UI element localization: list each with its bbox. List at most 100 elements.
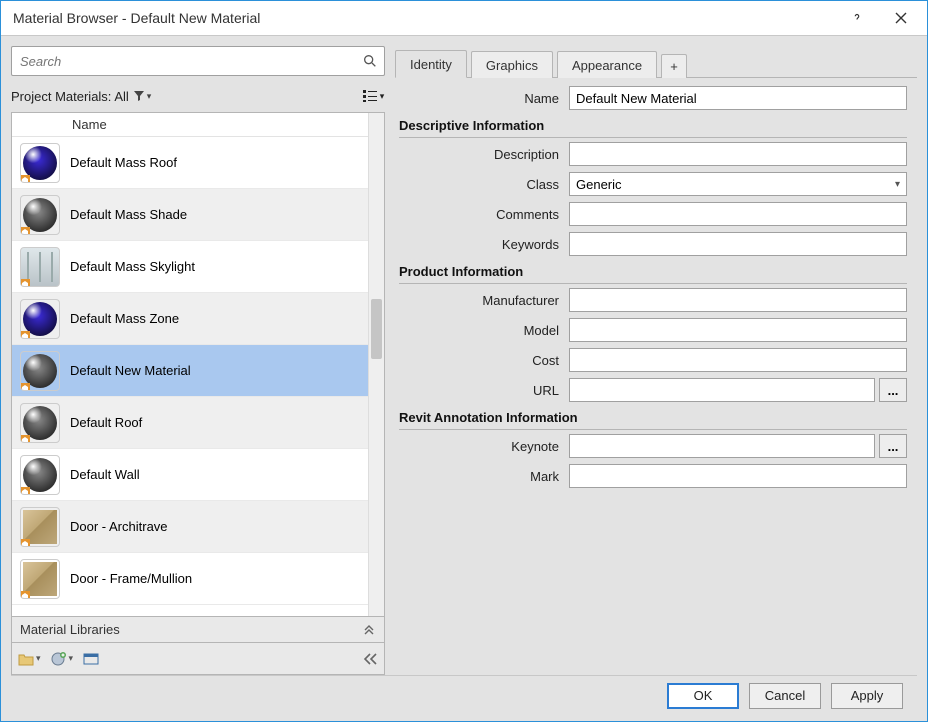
material-list: Name Default Mass Roof Default Mass Shade… — [11, 112, 385, 617]
bottom-toolbar: ▾ ▾ — [11, 643, 385, 675]
material-row[interactable]: Default New Material — [12, 345, 368, 397]
tab-identity[interactable]: Identity — [395, 50, 467, 78]
create-material-button[interactable]: ▾ — [51, 651, 74, 667]
asset-badge-icon — [20, 589, 30, 599]
description-label: Description — [399, 147, 569, 162]
class-select[interactable]: Generic — [569, 172, 907, 196]
comments-input[interactable] — [569, 202, 907, 226]
dialog-footer: OK Cancel Apply — [11, 675, 917, 715]
list-view-icon — [362, 89, 378, 103]
name-label: Name — [399, 91, 569, 106]
url-input[interactable] — [569, 378, 875, 402]
cost-input[interactable] — [569, 348, 907, 372]
expand-libraries-icon — [362, 621, 376, 638]
help-button[interactable] — [835, 3, 879, 33]
material-thumbnail — [20, 247, 60, 287]
filter-icon — [133, 90, 145, 102]
scrollbar[interactable] — [368, 113, 384, 616]
keywords-label: Keywords — [399, 237, 569, 252]
asset-badge-icon — [20, 329, 30, 339]
material-thumbnail — [20, 195, 60, 235]
material-row[interactable]: Default Roof — [12, 397, 368, 449]
material-name: Door - Frame/Mullion — [70, 571, 192, 586]
material-name: Default Mass Shade — [70, 207, 187, 222]
keynote-input[interactable] — [569, 434, 875, 458]
name-input[interactable]: Default New Material — [569, 86, 907, 110]
material-row[interactable]: Default Mass Skylight — [12, 241, 368, 293]
material-row[interactable]: Default Mass Roof — [12, 137, 368, 189]
tab-graphics[interactable]: Graphics — [471, 51, 553, 78]
model-input[interactable] — [569, 318, 907, 342]
material-row[interactable]: Default Wall — [12, 449, 368, 501]
keywords-input[interactable] — [569, 232, 907, 256]
asset-badge-icon — [20, 485, 30, 495]
asset-badge-icon — [20, 225, 30, 235]
material-thumbnail — [20, 403, 60, 443]
libraries-label: Material Libraries — [20, 622, 362, 637]
view-type-button[interactable] — [83, 653, 99, 665]
list-column-header[interactable]: Name — [12, 113, 368, 137]
material-name: Default Mass Skylight — [70, 259, 195, 274]
material-name: Door - Architrave — [70, 519, 168, 534]
close-button[interactable] — [879, 3, 923, 33]
material-row[interactable]: Default Mass Shade — [12, 189, 368, 241]
mark-label: Mark — [399, 469, 569, 484]
libraries-bar[interactable]: Material Libraries — [11, 617, 385, 643]
section-product: Product Information — [399, 264, 907, 284]
material-browser-window: Material Browser - Default New Material … — [0, 0, 928, 722]
material-name: Default Mass Zone — [70, 311, 179, 326]
tabs: Identity Graphics Appearance + — [395, 46, 917, 78]
material-row[interactable]: Door - Architrave — [12, 501, 368, 553]
mark-input[interactable] — [569, 464, 907, 488]
search-icon — [362, 53, 378, 69]
class-label: Class — [399, 177, 569, 192]
material-name: Default Wall — [70, 467, 140, 482]
scroll-thumb[interactable] — [371, 299, 382, 359]
asset-badge-icon — [20, 537, 30, 547]
panel-icon — [83, 653, 99, 665]
properties-panel: Name Default New Material Descriptive In… — [395, 78, 917, 675]
search-box[interactable] — [11, 46, 385, 76]
new-material-icon — [51, 651, 67, 667]
tab-add[interactable]: + — [661, 54, 687, 78]
search-input[interactable] — [18, 53, 362, 70]
material-row[interactable]: Default Mass Zone — [12, 293, 368, 345]
cancel-button[interactable]: Cancel — [749, 683, 821, 709]
dialog-body: Project Materials: All ▾ ▾ Name D — [1, 35, 927, 721]
apply-button[interactable]: Apply — [831, 683, 903, 709]
close-icon — [895, 12, 907, 24]
material-name: Default Roof — [70, 415, 142, 430]
asset-badge-icon — [20, 277, 30, 287]
asset-badge-icon — [20, 433, 30, 443]
view-mode-button[interactable]: ▾ — [361, 85, 385, 107]
collapse-button[interactable] — [362, 653, 378, 665]
material-name: Default Mass Roof — [70, 155, 177, 170]
section-descriptive: Descriptive Information — [399, 118, 907, 138]
chevron-left-double-icon — [362, 653, 378, 665]
description-input[interactable] — [569, 142, 907, 166]
ok-button[interactable]: OK — [667, 683, 739, 709]
material-thumbnail — [20, 351, 60, 391]
url-browse-button[interactable]: ... — [879, 378, 907, 402]
material-name: Default New Material — [70, 363, 191, 378]
project-materials-label: Project Materials: All — [11, 89, 129, 104]
titlebar: Material Browser - Default New Material — [1, 1, 927, 35]
window-title: Material Browser - Default New Material — [13, 10, 835, 26]
manufacturer-input[interactable] — [569, 288, 907, 312]
manufacturer-label: Manufacturer — [399, 293, 569, 308]
material-row[interactable]: Door - Frame/Mullion — [12, 553, 368, 605]
open-library-button[interactable]: ▾ — [18, 652, 41, 666]
keynote-browse-button[interactable]: ... — [879, 434, 907, 458]
help-icon — [850, 11, 864, 25]
material-thumbnail — [20, 455, 60, 495]
comments-label: Comments — [399, 207, 569, 222]
material-thumbnail — [20, 143, 60, 183]
filter-button[interactable]: ▾ — [133, 90, 152, 102]
cost-label: Cost — [399, 353, 569, 368]
tab-appearance[interactable]: Appearance — [557, 51, 657, 78]
project-materials-header: Project Materials: All ▾ ▾ — [11, 82, 385, 110]
asset-badge-icon — [20, 381, 30, 391]
model-label: Model — [399, 323, 569, 338]
asset-badge-icon — [20, 173, 30, 183]
left-panel: Project Materials: All ▾ ▾ Name D — [11, 46, 385, 675]
